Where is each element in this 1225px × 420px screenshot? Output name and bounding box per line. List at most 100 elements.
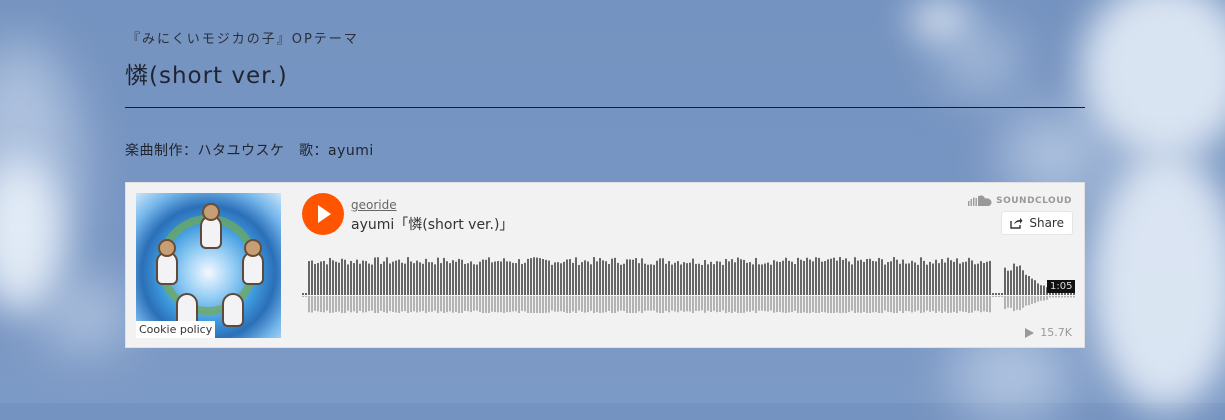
waveform-bar [383, 261, 385, 295]
waveform-bar-reflection [656, 296, 658, 313]
soundcloud-player: Cookie policy georide ayumi「憐(short ver.… [125, 182, 1085, 348]
waveform-bar-reflection [776, 296, 778, 313]
waveform-bar-reflection [440, 296, 442, 312]
waveform-bar [998, 293, 1000, 295]
waveform-bar [419, 262, 421, 295]
waveform-bar-reflection [497, 296, 499, 313]
waveform-bar-reflection [623, 296, 625, 311]
waveform-bar [530, 258, 532, 295]
waveform-bar [920, 257, 922, 295]
waveform-bar-reflection [314, 296, 316, 311]
waveform-bar [935, 259, 937, 295]
waveform-bar [356, 259, 358, 295]
waveform-bar-reflection [524, 296, 526, 312]
waveform-bar [809, 259, 811, 295]
waveform-bar [347, 264, 349, 295]
waveform-bar-reflection [959, 296, 961, 312]
waveform-bar-reflection [587, 296, 589, 313]
waveform-bar-reflection [602, 296, 604, 313]
waveform-bar [407, 257, 409, 295]
waveform-bar-reflection [890, 296, 892, 313]
waveform-bar-reflection [335, 296, 337, 312]
waveform-bar [515, 263, 517, 295]
waveform-bar-reflection [1004, 296, 1006, 310]
uploader-link[interactable]: georide [351, 198, 397, 212]
waveform[interactable] [302, 253, 1076, 313]
waveform-bar-reflection [371, 296, 373, 311]
waveform-bar [371, 264, 373, 295]
waveform-bar-reflection [617, 296, 619, 312]
waveform-bar-reflection [683, 296, 685, 312]
waveform-bar-reflection [836, 296, 838, 313]
waveform-bar [983, 262, 985, 295]
waveform-bar [818, 257, 820, 295]
waveform-bar [806, 257, 808, 295]
artwork-figure [202, 203, 220, 221]
waveform-bar [587, 261, 589, 295]
waveform-bar-reflection [773, 296, 775, 313]
waveform-bar-reflection [740, 296, 742, 313]
soundcloud-logo[interactable]: SOUNDCLOUD [968, 195, 1072, 206]
waveform-bar [581, 262, 583, 295]
waveform-bar-reflection [350, 296, 352, 313]
cookie-policy-link[interactable]: Cookie policy [136, 321, 216, 338]
waveform-bar [680, 264, 682, 295]
waveform-bar-reflection [761, 296, 763, 311]
waveform-bar-reflection [560, 296, 562, 312]
waveform-bar-reflection [794, 296, 796, 311]
waveform-bar [467, 263, 469, 295]
waveform-bar [632, 259, 634, 295]
waveform-bar-reflection [596, 296, 598, 313]
waveform-bar-reflection [416, 296, 418, 313]
waveform-bar [338, 262, 340, 295]
share-button[interactable]: Share [1001, 211, 1073, 235]
waveform-bar [668, 261, 670, 295]
waveform-bar-reflection [317, 296, 319, 312]
waveform-bar [335, 261, 337, 295]
waveform-bar [509, 261, 511, 295]
waveform-bar-reflection [827, 296, 829, 313]
waveform-bar-reflection [575, 296, 577, 313]
soundcloud-logo-icon [968, 195, 992, 206]
play-button[interactable] [302, 193, 344, 235]
waveform-bar [479, 261, 481, 295]
waveform-bar [554, 262, 556, 295]
waveform-bar [932, 263, 934, 295]
waveform-bar-reflection [614, 296, 616, 313]
waveform-bar-reflection [839, 296, 841, 313]
waveform-bar [452, 260, 454, 295]
waveform-bar [485, 259, 487, 295]
waveform-bar-reflection [887, 296, 889, 312]
waveform-bar [416, 260, 418, 295]
waveform-bar-reflection [806, 296, 808, 313]
waveform-bar-reflection [581, 296, 583, 312]
waveform-bar [401, 262, 403, 295]
waveform-bar [1004, 267, 1006, 295]
waveform-bar [611, 258, 613, 295]
waveform-bar [968, 257, 970, 295]
waveform-bar [773, 260, 775, 295]
waveform-bar-reflection [563, 296, 565, 312]
waveform-bar [599, 258, 601, 295]
waveform-bar-reflection [929, 296, 931, 312]
waveform-bar-reflection [464, 296, 466, 311]
track-title-link[interactable]: ayumi「憐(short ver.)」 [351, 214, 513, 234]
waveform-bar-reflection [521, 296, 523, 311]
waveform-bar [1010, 270, 1012, 295]
track-artwork[interactable]: Cookie policy [136, 193, 281, 338]
waveform-bar [845, 258, 847, 295]
waveform-bar [590, 264, 592, 295]
waveform-bar [461, 259, 463, 295]
waveform-bar [974, 264, 976, 295]
waveform-bar-reflection [1028, 296, 1030, 306]
waveform-bar-reflection [848, 296, 850, 313]
waveform-bar-reflection [1007, 296, 1009, 308]
waveform-bar-reflection [641, 296, 643, 313]
waveform-bar-reflection [725, 296, 727, 313]
waveform-bar-reflection [866, 296, 868, 313]
waveform-bar [548, 260, 550, 295]
waveform-bar-reflection [974, 296, 976, 311]
waveform-bar-reflection [653, 296, 655, 311]
waveform-bar [725, 258, 727, 295]
waveform-bar [977, 263, 979, 295]
